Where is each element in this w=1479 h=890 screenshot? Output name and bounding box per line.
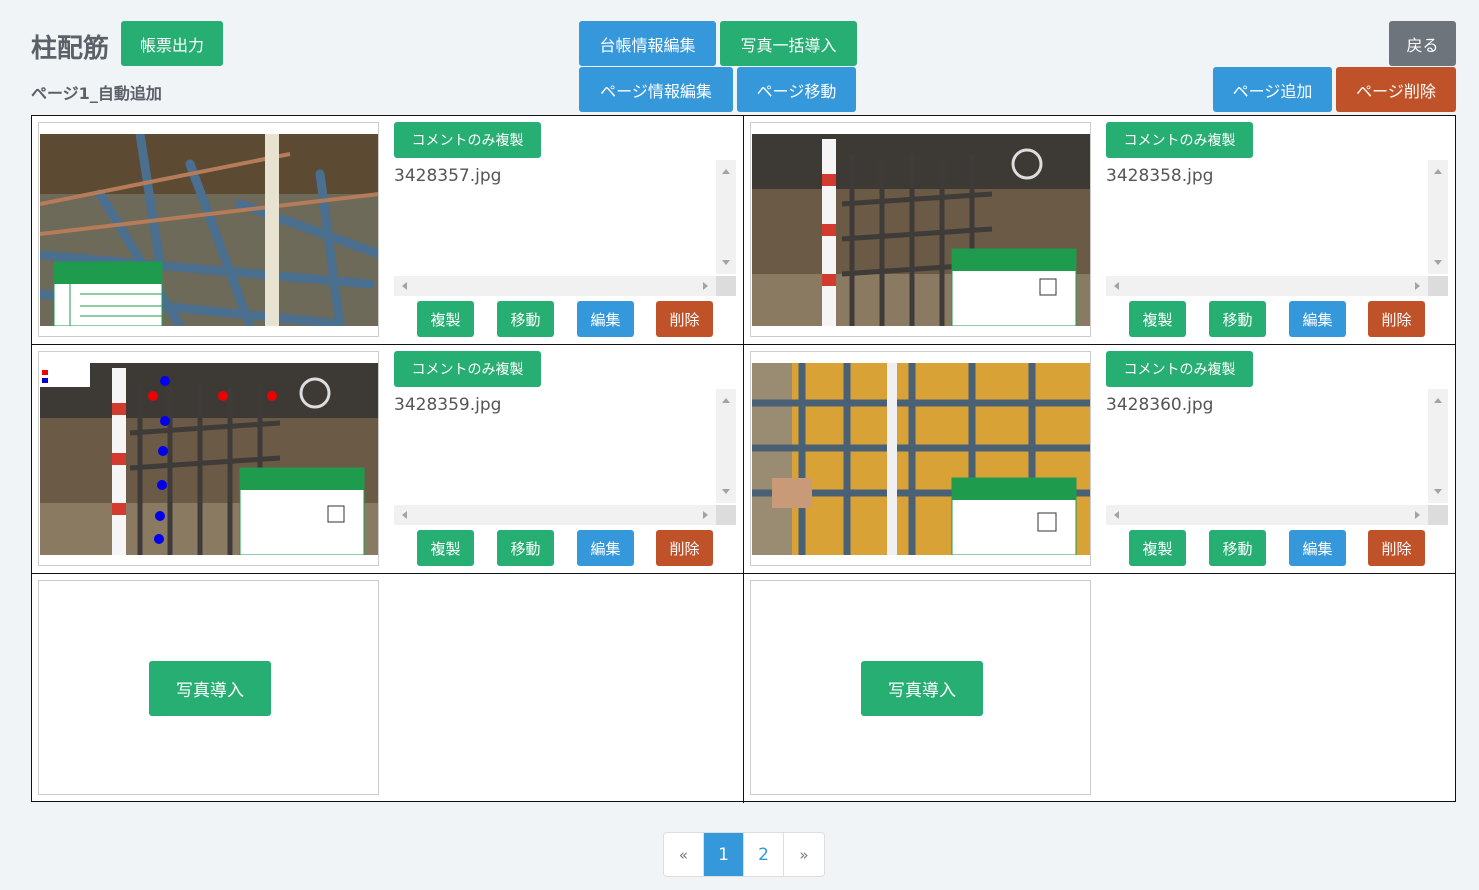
- photo-image: [752, 363, 1090, 555]
- vertical-scrollbar[interactable]: [1428, 160, 1448, 274]
- copy-comment-button[interactable]: コメントのみ複製: [1106, 122, 1253, 158]
- photo-filename: 3428359.jpg: [394, 395, 502, 415]
- photo-cell: コメントのみ複製 3428360.jpg 複製 移動 編集 削除: [744, 345, 1456, 574]
- delete-button[interactable]: 削除: [1368, 301, 1425, 337]
- vertical-scrollbar[interactable]: [716, 389, 736, 503]
- pagination-next[interactable]: »: [784, 833, 824, 876]
- pagination-prev[interactable]: «: [664, 833, 704, 876]
- report-output-button[interactable]: 帳票出力: [121, 21, 223, 66]
- horizontal-scrollbar[interactable]: [394, 276, 716, 296]
- page-delete-button[interactable]: ページ削除: [1336, 67, 1456, 112]
- duplicate-button[interactable]: 複製: [417, 530, 474, 566]
- edit-button[interactable]: 編集: [1289, 530, 1346, 566]
- vertical-scrollbar[interactable]: [1428, 389, 1448, 503]
- move-button[interactable]: 移動: [497, 301, 554, 337]
- pagination-page-2[interactable]: 2: [744, 833, 784, 876]
- back-button[interactable]: 戻る: [1389, 21, 1456, 66]
- photo-filename: 3428357.jpg: [394, 166, 502, 186]
- page-add-button[interactable]: ページ追加: [1213, 67, 1332, 112]
- horizontal-scrollbar[interactable]: [1106, 505, 1428, 525]
- empty-photo-cell: 写真導入: [744, 574, 1456, 803]
- delete-button[interactable]: 削除: [656, 530, 713, 566]
- duplicate-button[interactable]: 複製: [417, 301, 474, 337]
- page-move-button[interactable]: ページ移動: [737, 67, 856, 112]
- copy-comment-button[interactable]: コメントのみ複製: [394, 351, 541, 387]
- photo-cell: コメントのみ複製 3428357.jpg 複製 移動 編集 削除: [32, 116, 744, 345]
- horizontal-scrollbar[interactable]: [1106, 276, 1428, 296]
- comment-area[interactable]: 3428358.jpg: [1106, 160, 1448, 296]
- pagination: « 1 2 »: [663, 832, 825, 877]
- photo-image: [40, 134, 378, 326]
- edit-button[interactable]: 編集: [577, 301, 634, 337]
- comment-area[interactable]: 3428359.jpg: [394, 389, 736, 525]
- pagination-page-1[interactable]: 1: [704, 833, 744, 876]
- ledger-edit-button[interactable]: 台帳情報編集: [579, 21, 716, 66]
- comment-area[interactable]: 3428360.jpg: [1106, 389, 1448, 525]
- photo-cell: コメントのみ複製 3428358.jpg 複製 移動 編集 削除: [744, 116, 1456, 345]
- comment-area[interactable]: 3428357.jpg: [394, 160, 736, 296]
- bulk-import-button[interactable]: 写真一括導入: [720, 21, 857, 66]
- empty-photo-cell: 写真導入: [32, 574, 744, 803]
- edit-button[interactable]: 編集: [577, 530, 634, 566]
- photo-image: [752, 134, 1090, 326]
- photo-image: [40, 363, 378, 555]
- move-button[interactable]: 移動: [1209, 301, 1266, 337]
- empty-photo-slot: 写真導入: [38, 580, 379, 795]
- copy-comment-button[interactable]: コメントのみ複製: [394, 122, 541, 158]
- duplicate-button[interactable]: 複製: [1129, 530, 1186, 566]
- vertical-scrollbar[interactable]: [716, 160, 736, 274]
- page-info-edit-button[interactable]: ページ情報編集: [579, 67, 733, 112]
- delete-button[interactable]: 削除: [1368, 530, 1425, 566]
- duplicate-button[interactable]: 複製: [1129, 301, 1186, 337]
- photo-import-button[interactable]: 写真導入: [149, 661, 271, 716]
- horizontal-scrollbar[interactable]: [394, 505, 716, 525]
- move-button[interactable]: 移動: [497, 530, 554, 566]
- photo-grid: コメントのみ複製 3428357.jpg 複製 移動 編集 削除 コメントのみ複…: [31, 115, 1456, 803]
- photo-cell: コメントのみ複製 3428359.jpg 複製 移動 編集 削除: [32, 345, 744, 574]
- page-subtitle: ページ1_自動追加: [31, 84, 162, 103]
- move-button[interactable]: 移動: [1209, 530, 1266, 566]
- copy-comment-button[interactable]: コメントのみ複製: [1106, 351, 1253, 387]
- empty-photo-slot: 写真導入: [750, 580, 1091, 795]
- photo-import-button[interactable]: 写真導入: [861, 661, 983, 716]
- delete-button[interactable]: 削除: [656, 301, 713, 337]
- page-title: 柱配筋: [31, 34, 110, 64]
- photo-filename: 3428358.jpg: [1106, 166, 1214, 186]
- edit-button[interactable]: 編集: [1289, 301, 1346, 337]
- photo-filename: 3428360.jpg: [1106, 395, 1214, 415]
